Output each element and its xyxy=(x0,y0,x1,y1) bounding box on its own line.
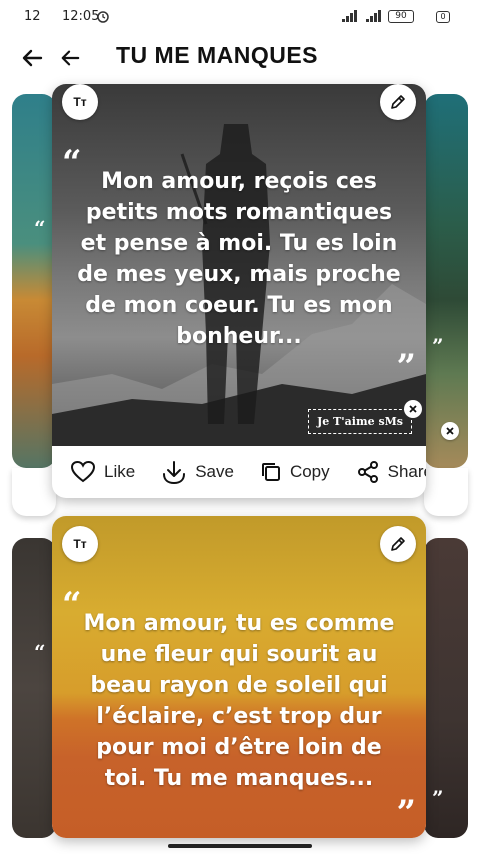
share-button[interactable]: Share xyxy=(356,460,426,484)
home-indicator xyxy=(168,844,312,848)
quote-card-2[interactable]: Tт “ Mon amour, tu es comme une fleur qu… xyxy=(52,516,426,838)
edit-button[interactable] xyxy=(380,84,416,120)
quote-card-image: Tт “ Mon amour, reçois ces petits mots r… xyxy=(52,84,426,446)
quote-text: Mon amour, reçois ces petits mots romant… xyxy=(77,169,401,349)
alarm-icon xyxy=(96,9,110,27)
heart-icon xyxy=(70,460,96,483)
font-style-button-2[interactable]: Tт xyxy=(62,526,98,562)
save-label: Save xyxy=(195,462,234,481)
copy-button[interactable]: Copy xyxy=(260,461,330,483)
quote-card-image-2: Tт “ Mon amour, tu es comme une fleur qu… xyxy=(52,516,426,838)
back-button[interactable] xyxy=(16,42,48,74)
left-peek-card-2[interactable]: “ xyxy=(12,538,56,838)
right-peek-card[interactable]: ” xyxy=(424,94,468,468)
like-button[interactable]: Like xyxy=(70,460,135,484)
share-label: Share xyxy=(387,462,426,481)
copy-label: Copy xyxy=(289,462,330,481)
copy-icon xyxy=(261,463,280,481)
signal-icon xyxy=(342,10,386,22)
right-peek-card-2[interactable]: ” xyxy=(424,538,468,838)
app-bar: TU ME MANQUES xyxy=(0,34,480,80)
like-label: Like xyxy=(104,462,136,481)
pencil-icon xyxy=(391,95,405,109)
close-quote-icon: ” xyxy=(396,347,416,387)
status-time: 12:05 xyxy=(62,9,100,24)
page-title: TU ME MANQUES xyxy=(116,42,318,68)
pencil-icon xyxy=(391,537,405,551)
status-number: 12 xyxy=(24,9,41,24)
download-icon xyxy=(163,461,186,485)
left-peek-card[interactable]: “ xyxy=(12,94,56,468)
arrow-left-icon xyxy=(61,50,80,66)
close-icon xyxy=(446,427,454,435)
quote-card-1[interactable]: Tт “ Mon amour, reçois ces petits mots r… xyxy=(52,84,426,498)
right-peek-card-footer xyxy=(424,468,468,516)
font-style-button[interactable]: Tт xyxy=(62,84,98,120)
left-peek-card-footer xyxy=(12,468,56,516)
secondary-back-button[interactable] xyxy=(54,42,86,74)
screen-record-icon: 0 xyxy=(436,11,450,23)
arrow-left-icon xyxy=(22,49,43,67)
close-quote-icon: ” xyxy=(396,793,416,833)
edit-button-2[interactable] xyxy=(380,526,416,562)
status-bar: 12 12:05 90 0 xyxy=(0,0,480,34)
right-watermark-close-button[interactable] xyxy=(441,422,459,440)
watermark-label[interactable]: Je T'aime sMs xyxy=(308,409,412,434)
save-button[interactable]: Save xyxy=(161,459,234,485)
watermark-close-button[interactable] xyxy=(404,400,422,418)
battery-icon: 90 xyxy=(388,10,414,23)
card-actions-bar: Like Save Copy Share xyxy=(52,446,426,498)
quote-text-2: Mon amour, tu es comme une fleur qui sou… xyxy=(83,611,395,791)
share-icon xyxy=(357,461,378,483)
close-icon xyxy=(409,405,417,413)
